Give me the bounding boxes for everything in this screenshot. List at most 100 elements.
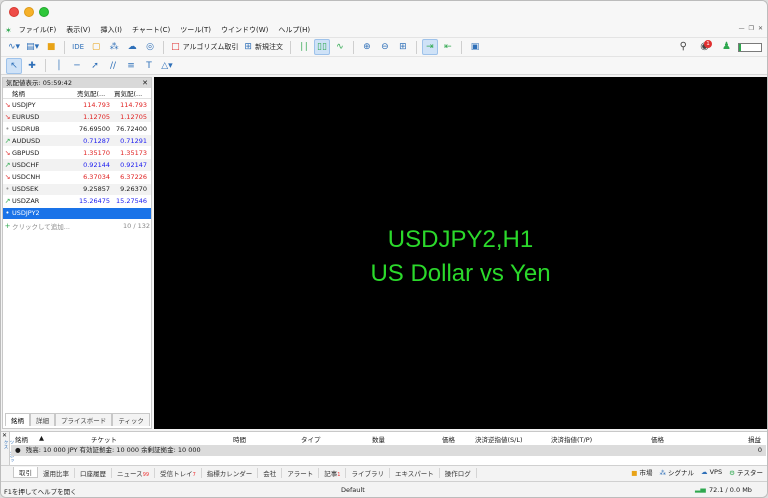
chart-area[interactable]: USDJPY2,H1 US Dollar vs Yen <box>154 77 767 429</box>
ask-price: 1.12705 <box>120 112 147 121</box>
minimize-window-button[interactable] <box>24 7 34 17</box>
col-time[interactable]: 時間 <box>233 434 246 444</box>
col-trade-symbol[interactable]: 銘柄 <box>15 434 28 444</box>
add-symbol-row[interactable]: + クリックして追加... 10 / 132 <box>3 220 151 232</box>
chart-type-icon[interactable]: ∿▾ <box>6 39 22 55</box>
toolbox-tab[interactable]: ライブラリ <box>346 467 390 478</box>
toolbox-tab[interactable]: 取引 <box>13 467 38 478</box>
toolbox-tab[interactable]: 指標カレンダー <box>202 467 259 478</box>
tab-details[interactable]: 詳細 <box>30 413 55 426</box>
close-icon[interactable]: ✕ <box>142 78 148 88</box>
templates-icon[interactable]: ▤▾ <box>24 39 41 55</box>
autoscroll-icon[interactable]: ⇥ <box>421 39 438 55</box>
toolbox-tab[interactable]: 口座履歴 <box>75 467 112 478</box>
col-profit[interactable]: 損益 <box>748 434 761 444</box>
crosshair-icon[interactable]: ✚ <box>24 58 40 74</box>
menu-insert[interactable]: 挿入(I) <box>95 25 127 35</box>
trendline-icon[interactable]: ➚ <box>87 58 103 74</box>
doc-restore-icon[interactable]: ❐ <box>749 25 754 32</box>
menu-view[interactable]: 表示(V) <box>61 25 95 35</box>
symbol-row[interactable]: ↘ GBPUSD 1.35170 1.35173 <box>3 147 151 160</box>
toolbox-close-icon[interactable]: ✕ <box>2 432 7 439</box>
strategy-icon[interactable]: ■ <box>43 39 59 55</box>
bid-price: 6.37034 <box>83 173 110 182</box>
tab-symbols[interactable]: 銘柄 <box>5 413 30 426</box>
col-current-price[interactable]: 価格 <box>651 434 664 444</box>
col-bid[interactable]: 売気配(... <box>75 88 112 98</box>
toolbox-tab[interactable]: 操作ログ <box>440 467 477 478</box>
shapes-icon[interactable]: △▾ <box>159 58 175 74</box>
trend-up-icon: ↗ <box>4 161 11 170</box>
col-tp[interactable]: 決済指値(T/P) <box>551 434 592 444</box>
horizontal-line-icon[interactable]: ─ <box>69 58 85 74</box>
toolbox-tab[interactable]: 受信トレイ7 <box>155 467 202 478</box>
col-type[interactable]: タイプ <box>301 434 321 444</box>
menu-chart[interactable]: チャート(C) <box>127 25 175 35</box>
search-icon[interactable]: ⚲ <box>680 41 687 52</box>
tile-windows-icon[interactable]: ⊞ <box>395 39 411 55</box>
close-window-button[interactable] <box>9 7 19 17</box>
text-tool-icon[interactable]: T <box>141 58 157 74</box>
symbol-row[interactable]: • USDSEK 9.25857 9.26370 <box>3 183 151 196</box>
col-volume[interactable]: 数量 <box>372 434 385 444</box>
symbol-row[interactable]: ↘ EURUSD 1.12705 1.12705 <box>3 111 151 124</box>
line-chart-icon[interactable]: ∿ <box>332 39 348 55</box>
symbol-row[interactable]: ↘ USDCNH 6.37034 6.37226 <box>3 172 151 184</box>
toolbox-tab-label: 取引 <box>19 469 32 477</box>
vertical-line-icon[interactable]: │ <box>51 58 67 74</box>
toolbox-tab-label: 受信トレイ <box>160 469 193 478</box>
toolbox-tab[interactable]: エキスパート <box>390 467 440 478</box>
col-symbol[interactable]: 銘柄 <box>12 88 75 98</box>
market-icon[interactable]: ◎ <box>142 39 158 55</box>
toolbox-tab[interactable]: アラート <box>282 467 320 478</box>
chart-shift-icon[interactable]: ⇤ <box>440 39 456 55</box>
zoom-in-icon[interactable]: ⊕ <box>359 39 375 55</box>
symbol-row[interactable]: • USDJPY2 <box>3 207 151 220</box>
lock-icon[interactable]: ▢ <box>88 39 104 55</box>
tab-ticks[interactable]: ティック <box>112 413 150 426</box>
menu-window[interactable]: ウインドウ(W) <box>216 25 273 35</box>
ide-button[interactable]: IDE <box>70 39 86 55</box>
signal-icon[interactable]: ⁂ <box>106 39 122 55</box>
market-label: 市場 <box>639 469 653 477</box>
algo-trading-button[interactable]: □ アルゴリズム取引 <box>169 39 240 55</box>
doc-close-icon[interactable]: ✕ <box>758 25 763 32</box>
new-order-button[interactable]: ⊞ 新規注文 <box>242 39 285 55</box>
market-icon: ■ <box>631 469 638 477</box>
symbol-row[interactable]: ↘ USDJPY 114.793 114.793 <box>3 99 151 112</box>
screenshot-icon[interactable]: ▣ <box>467 39 483 55</box>
cloud-icon[interactable]: ☁ <box>124 39 140 55</box>
col-price[interactable]: 価格 <box>442 434 455 444</box>
market-button[interactable]: ■ 市場 <box>631 467 652 477</box>
symbol-name: USDZAR <box>12 197 40 206</box>
market-watch-tabs: 銘柄 詳細 プライスボード ティック <box>5 413 150 426</box>
toolbox-tab[interactable]: 記事1 <box>319 467 347 478</box>
menu-file[interactable]: ファイル(F) <box>14 25 62 35</box>
menu-help[interactable]: ヘルプ(H) <box>273 25 315 35</box>
menu-tools[interactable]: ツール(T) <box>175 25 216 35</box>
candlestick-icon[interactable]: ▯▯ <box>313 39 330 55</box>
vps-button[interactable]: ☁ VPS <box>701 468 722 476</box>
account-icon[interactable]: ♟ <box>722 41 731 52</box>
signal-button[interactable]: ⁂ シグナル <box>659 467 694 477</box>
col-sl[interactable]: 決済逆指値(S/L) <box>475 434 523 444</box>
symbol-row[interactable]: • USDRUB 76.69500 76.72400 <box>3 123 151 136</box>
channel-icon[interactable]: ∕∕ <box>105 58 121 74</box>
zoom-out-icon[interactable]: ⊖ <box>377 39 393 55</box>
col-ticket[interactable]: チケット <box>91 434 117 444</box>
doc-minimize-icon[interactable]: — <box>739 25 745 32</box>
tab-price-board[interactable]: プライスボード <box>55 413 113 426</box>
col-ask[interactable]: 買気配(... <box>112 88 149 98</box>
tester-button[interactable]: ⚙ テスター <box>729 467 763 477</box>
symbol-row[interactable]: ↗ USDCHF 0.92144 0.92147 <box>3 159 151 172</box>
toolbox-tab[interactable]: 運用比率 <box>38 467 75 478</box>
trend-neutral-icon: • <box>5 209 10 218</box>
fibonacci-icon[interactable]: ≡ <box>123 58 139 74</box>
maximize-window-button[interactable] <box>39 7 49 17</box>
cursor-icon[interactable]: ↖ <box>6 57 22 74</box>
toolbox-tab[interactable]: 会社 <box>258 467 283 478</box>
symbol-row[interactable]: ↗ USDZAR 15.26475 15.27546 <box>3 196 151 208</box>
symbol-row[interactable]: ↗ AUDUSD 0.71287 0.71291 <box>3 135 151 148</box>
toolbox-tab[interactable]: ニュース99 <box>112 467 156 478</box>
bar-chart-icon[interactable]: ∣∣ <box>296 39 312 55</box>
